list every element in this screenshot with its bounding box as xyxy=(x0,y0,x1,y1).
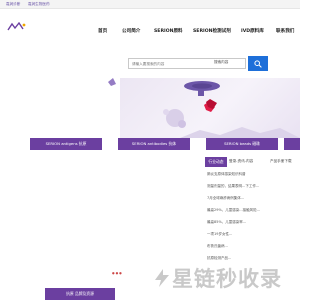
tab-serion-beads[interactable]: SERION beads 磁珠 xyxy=(206,138,278,150)
search-button[interactable] xyxy=(248,56,268,71)
nav-item-about[interactable]: 公司简介 xyxy=(122,28,140,34)
footer-brand-link[interactable]: 抗原 品牌及资源 xyxy=(45,288,115,300)
top-bar: 嘉润诊断 嘉润生物医药 xyxy=(0,0,300,9)
list-item[interactable]: 测量剂量的，结果表明...下工作... xyxy=(207,184,300,189)
nav-item-contact[interactable]: 联系我们 xyxy=(276,28,294,34)
sidebar-tab-industry-news[interactable]: 行业动态 xyxy=(205,157,227,167)
carousel-dots[interactable]: ● ● ● xyxy=(112,271,122,275)
topbar-link-diagnostics[interactable]: 嘉润诊断 xyxy=(6,2,20,7)
nav-item-home[interactable]: 首页 xyxy=(98,28,107,34)
list-item[interactable]: 抗原检测产品... xyxy=(207,256,300,261)
tab-serion-antigens[interactable]: SERION antigens 抗原 xyxy=(30,138,102,150)
banner-left-blank xyxy=(0,78,120,138)
logo[interactable] xyxy=(6,22,28,32)
watermark: 星链秒收录 xyxy=(152,262,300,294)
banner-left-graphic xyxy=(108,78,116,86)
watermark-bolt-icon xyxy=(155,269,169,287)
tab-overflow[interactable] xyxy=(284,138,300,150)
list-item[interactable]: 布鲁氏菌病... xyxy=(207,244,300,249)
logo-icon xyxy=(7,22,26,31)
topbar-link-biomedicine[interactable]: 嘉润生物医药 xyxy=(28,2,50,7)
tab-serion-antibodies[interactable]: SERION antibodies 抗体 xyxy=(118,138,190,150)
nav-item-serion-reagents[interactable]: SERION检测试剂 xyxy=(193,28,231,34)
list-item[interactable]: 肺炎支原体感染知识科普 xyxy=(207,172,300,177)
nav-item-ivd-library[interactable]: IVD原料库 xyxy=(241,28,264,34)
watermark-text: 星链秒收录 xyxy=(172,267,282,291)
list-item[interactable]: 最高29%，儿童感染...接触风险... xyxy=(207,208,300,213)
list-item[interactable]: 7月全球麻疹病例集体... xyxy=(207,196,300,201)
hero-banner[interactable] xyxy=(120,78,300,138)
sidebar-tab-download[interactable]: 产品手册下载 xyxy=(270,159,292,164)
search-icon xyxy=(254,59,262,68)
list-item[interactable]: 一项19岁女性... xyxy=(207,232,300,237)
sidebar-tab-links[interactable]: 登录-资讯-内容 xyxy=(229,159,253,164)
nav-item-serion-materials[interactable]: SERION原料 xyxy=(154,28,183,34)
search-category-select[interactable]: 搜索内容 xyxy=(214,60,228,65)
banner-image xyxy=(163,81,300,138)
list-item[interactable]: 最高85%，儿童感染率... xyxy=(207,220,300,225)
